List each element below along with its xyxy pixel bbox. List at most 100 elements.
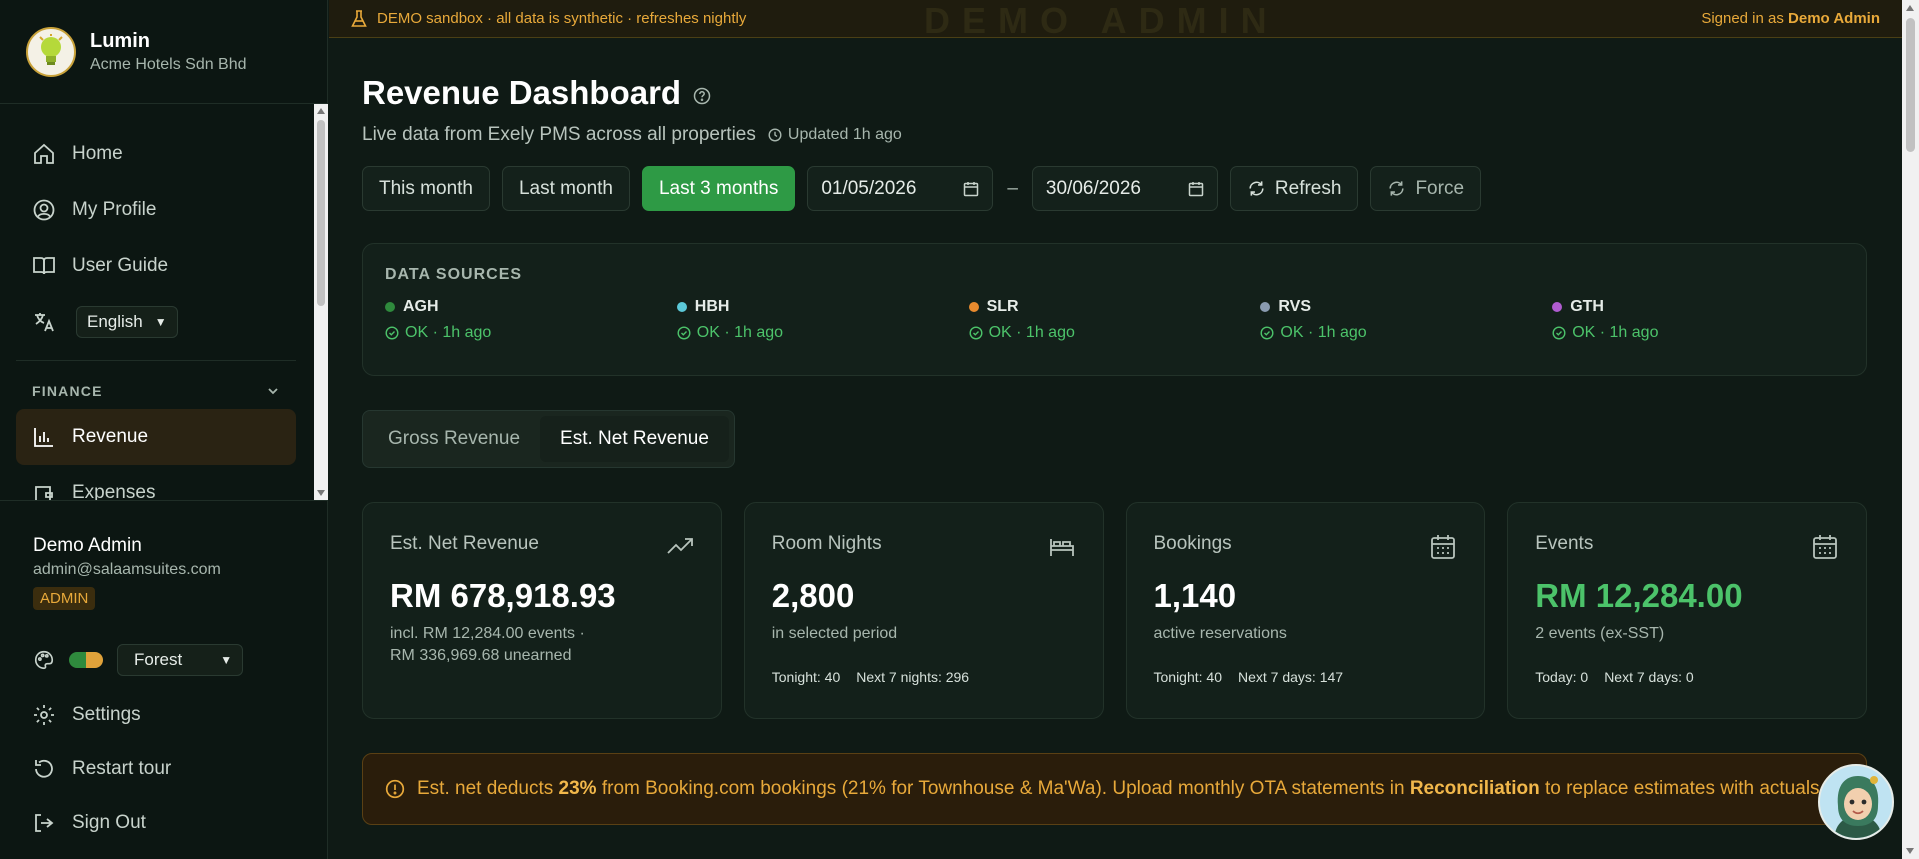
kpi-card-net-revenue: Est. Net Revenue RM 678,918.93 incl. RM … (362, 502, 722, 719)
brand: Lumin Acme Hotels Sdn Bhd (0, 0, 327, 104)
card-sub: active reservations (1153, 625, 1287, 642)
restart-tour-label: Restart tour (72, 758, 172, 779)
scroll-up-arrow[interactable] (317, 108, 325, 114)
calendar-icon (1813, 535, 1837, 559)
sidebar-scroll-thumb[interactable] (317, 120, 325, 306)
card-value: 1,140 (1153, 577, 1237, 614)
scroll-up-arrow[interactable] (1906, 5, 1914, 11)
date-filters: This month Last month Last 3 months 01/0… (362, 166, 1867, 211)
settings-link[interactable]: Settings (0, 688, 328, 742)
kpi-cards: Est. Net Revenue RM 678,918.93 incl. RM … (362, 502, 1867, 719)
restart-tour-link[interactable]: Restart tour (0, 742, 328, 796)
source-name-row: RVS (1260, 298, 1552, 316)
page-scroll-thumb[interactable] (1906, 18, 1915, 152)
force-label: Force (1415, 177, 1465, 199)
calendar-icon[interactable] (963, 181, 979, 197)
theme-select[interactable]: Forest ▼ (117, 644, 244, 676)
source-name-row: AGH (385, 298, 677, 316)
check-circle-icon (969, 326, 983, 340)
scroll-down-arrow[interactable] (1906, 848, 1914, 854)
card-sub-line: RM 336,969.68 unearned (390, 647, 572, 664)
demo-banner: DEMO sandbox · all data is synthetic · r… (329, 0, 1902, 41)
source-color-dot (968, 302, 979, 312)
this-month-button[interactable]: This month (362, 166, 490, 211)
sidebar-item-expenses[interactable]: Expenses (0, 465, 312, 500)
source-color-dot (676, 302, 687, 312)
card-meta-item: Tonight: 40 (771, 669, 841, 685)
banner-watermark: DEMO ADMIN (924, 0, 1279, 41)
page-scrollbar[interactable] (1902, 0, 1919, 859)
data-source-item: HBH OK · 1h ago (676, 298, 969, 342)
sign-out-link[interactable]: Sign Out (0, 796, 328, 850)
calendar-icon[interactable] (1188, 181, 1204, 197)
sidebar-item-user-guide[interactable]: User Guide (0, 238, 312, 294)
source-name-row: HBH (676, 298, 969, 316)
language-row: English ▼ (0, 294, 312, 350)
calendar-icon (1431, 535, 1456, 559)
section-label: FINANCE (32, 383, 103, 399)
sidebar-item-my-profile[interactable]: My Profile (0, 182, 312, 238)
card-meta: Today: 0 Next 7 days: 0 (1535, 669, 1693, 685)
notice-text: Est. net deducts (417, 778, 554, 799)
date-to-input[interactable]: 30/06/2026 (1031, 166, 1218, 211)
tab-net-revenue[interactable]: Est. Net Revenue (540, 416, 729, 462)
notice-text: to replace estimates with actuals. (1544, 778, 1825, 799)
user-block: Demo Admin admin@salaamsuites.com ADMIN (0, 500, 328, 610)
kpi-card-bookings: Bookings 1,140 active reservations Tonig… (1125, 502, 1486, 719)
sidebar-item-home[interactable]: Home (0, 126, 312, 182)
last-month-button[interactable]: Last month (501, 166, 630, 211)
updated-indicator: Updated 1h ago (768, 126, 902, 144)
sign-out-icon (35, 814, 54, 832)
language-select[interactable]: English ▼ (76, 306, 178, 338)
source-name: GTH (1570, 298, 1604, 315)
signed-in-info: Signed in as Demo Admin (1701, 10, 1880, 27)
refresh-icon (1389, 181, 1405, 196)
refresh-label: Refresh (1274, 177, 1342, 199)
card-label: Events (1535, 533, 1594, 554)
clock-icon (768, 128, 782, 142)
source-color-dot (1552, 302, 1563, 312)
source-status-row: OK · 1h ago (969, 324, 1261, 342)
sign-out-label: Sign Out (72, 812, 146, 833)
reconciliation-link[interactable]: Reconciliation (1410, 778, 1540, 799)
theme-toggle[interactable] (69, 652, 103, 668)
force-refresh-button[interactable]: Force (1370, 166, 1482, 211)
source-status: OK · 1h ago (988, 324, 1075, 341)
card-label: Est. Net Revenue (390, 533, 539, 554)
refresh-button[interactable]: Refresh (1229, 166, 1359, 211)
source-name-row: GTH (1552, 298, 1844, 316)
sidebar: Lumin Acme Hotels Sdn Bhd Home My Profil… (0, 0, 328, 859)
tab-gross-revenue[interactable]: Gross Revenue (368, 416, 540, 462)
sidebar-nav: Home My Profile User Guide English ▼ FIN… (0, 104, 312, 500)
check-circle-icon (677, 326, 691, 340)
sidebar-scrollbar[interactable] (314, 104, 328, 500)
card-meta: Tonight: 40 Next 7 days: 147 (1154, 669, 1344, 685)
scroll-down-arrow[interactable] (317, 490, 325, 496)
role-badge: ADMIN (33, 587, 96, 610)
lightbulb-logo-icon (26, 26, 76, 77)
section-finance[interactable]: FINANCE (0, 361, 312, 409)
restart-icon (35, 759, 53, 778)
bed-icon (1049, 539, 1074, 556)
source-status-row: OK · 1h ago (677, 324, 969, 342)
data-source-item: GTH OK · 1h ago (1552, 298, 1844, 342)
source-name-row: SLR (968, 298, 1261, 316)
source-name: SLR (986, 298, 1019, 315)
date-from-input[interactable]: 01/05/2026 (807, 166, 994, 211)
last-3-months-button[interactable]: Last 3 months (641, 166, 796, 211)
source-name: HBH (694, 298, 730, 315)
source-status: OK · 1h ago (405, 324, 492, 341)
updated-text: Updated 1h ago (787, 126, 902, 143)
sidebar-item-label: Home (72, 143, 123, 164)
settings-label: Settings (72, 704, 141, 725)
bottom-nav: Settings Restart tour Sign Out (0, 688, 328, 850)
assistant-avatar-button[interactable] (1818, 764, 1894, 840)
sidebar-item-label: My Profile (72, 199, 157, 220)
brand-name: Lumin (90, 29, 150, 52)
company-name: Acme Hotels Sdn Bhd (90, 55, 247, 73)
data-source-item: SLR OK · 1h ago (968, 298, 1261, 342)
help-icon[interactable] (693, 87, 711, 105)
sidebar-item-revenue[interactable]: Revenue (16, 409, 296, 465)
book-icon (33, 257, 55, 275)
page-title: Revenue Dashboard (362, 74, 682, 111)
